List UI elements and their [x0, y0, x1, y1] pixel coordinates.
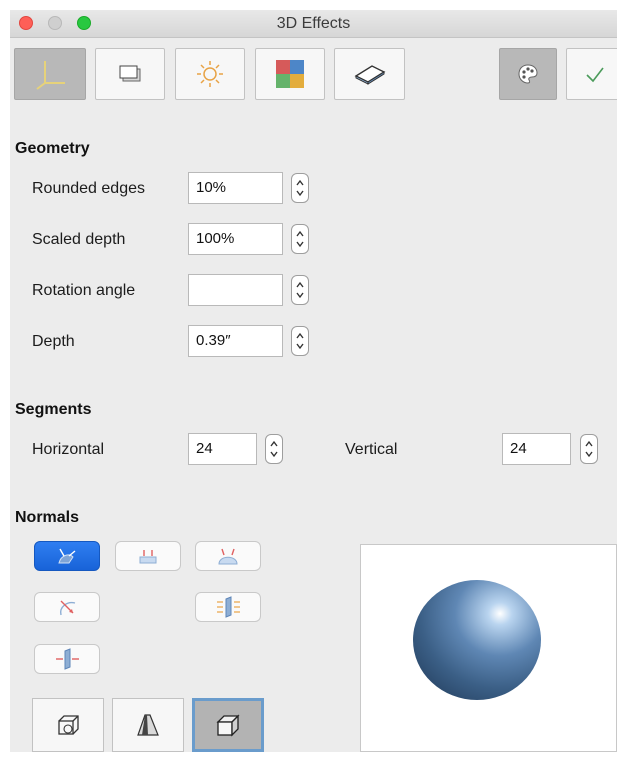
stepper-arrows-icon [296, 281, 304, 299]
normals-heading: Normals [15, 509, 80, 526]
illumination-button[interactable] [175, 48, 245, 100]
rounded-edges-label: Rounded edges [32, 180, 145, 197]
shading-button[interactable] [95, 48, 165, 100]
scaled-depth-field[interactable]: 100% [188, 223, 283, 255]
scaled-depth-stepper[interactable] [291, 224, 309, 254]
stepper-arrows-icon [296, 230, 304, 248]
double-sided-button[interactable] [34, 644, 100, 674]
depth-stepper[interactable] [291, 326, 309, 356]
depth-label: Depth [32, 333, 75, 350]
sphere-shape [413, 580, 541, 700]
stepper-arrows-icon [270, 440, 278, 458]
horizontal-segments-field[interactable]: 24 [188, 433, 257, 465]
shadow-toggle-button[interactable] [112, 698, 184, 752]
stepper-arrows-icon [585, 440, 593, 458]
two-sided-illumination-button[interactable] [195, 592, 261, 622]
rotation-angle-stepper[interactable] [291, 275, 309, 305]
vertical-segments-stepper[interactable] [580, 434, 598, 464]
object-specific-normals-button[interactable] [34, 541, 100, 571]
textures-button[interactable] [255, 48, 325, 100]
perspective-toggle-button[interactable] [32, 698, 104, 752]
horizontal-label: Horizontal [32, 441, 105, 458]
rotation-angle-field[interactable] [188, 274, 283, 306]
segments-heading: Segments [15, 401, 92, 418]
vertical-segments-field[interactable]: 24 [502, 433, 571, 465]
vertical-label: Vertical [345, 441, 398, 458]
material-button[interactable] [334, 48, 405, 100]
geometry-button[interactable] [14, 48, 86, 100]
invert-normals-button[interactable] [34, 592, 100, 622]
horizontal-segments-stepper[interactable] [265, 434, 283, 464]
sphere-preview [413, 580, 541, 700]
window-title: 3D Effects [276, 15, 351, 32]
dialog-window: 3D Effects Geometry Rounded edges 10% Sc… [10, 10, 617, 752]
3d-preview-toggle-button[interactable] [192, 698, 264, 752]
assign-button[interactable] [566, 48, 617, 100]
spherical-normals-button[interactable] [195, 541, 261, 571]
rounded-edges-stepper[interactable] [291, 173, 309, 203]
convert-to-3d-button[interactable] [499, 48, 557, 100]
3d-preview [360, 544, 617, 752]
stepper-arrows-icon [296, 179, 304, 197]
title-bar: 3D Effects [10, 10, 617, 38]
stepper-arrows-icon [296, 332, 304, 350]
depth-field[interactable]: 0.39″ [188, 325, 283, 357]
rounded-edges-field[interactable]: 10% [188, 172, 283, 204]
flat-normals-button[interactable] [115, 541, 181, 571]
scaled-depth-label: Scaled depth [32, 231, 126, 248]
geometry-heading: Geometry [15, 140, 90, 157]
rotation-angle-label: Rotation angle [32, 282, 136, 299]
